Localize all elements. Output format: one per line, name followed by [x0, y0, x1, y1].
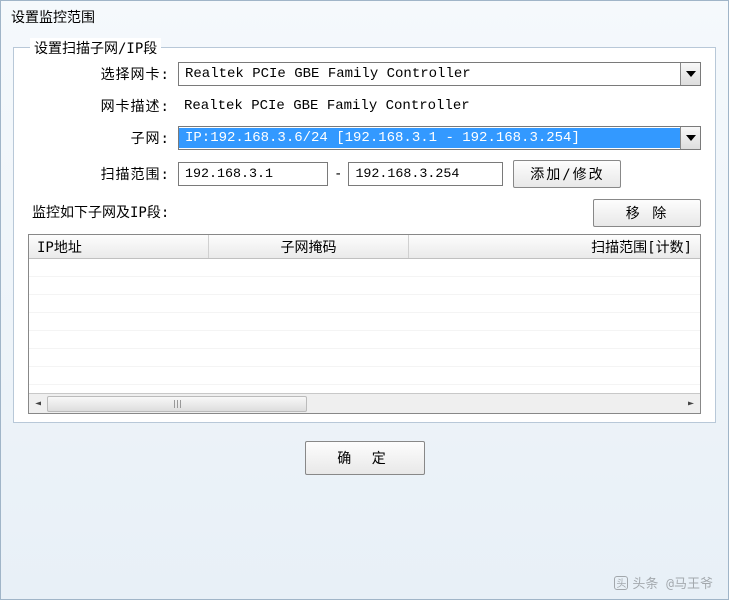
remove-button[interactable]: 移 除 — [593, 199, 701, 227]
range-from-input[interactable] — [178, 162, 328, 186]
range-row: 扫描范围: - 添加/修改 — [28, 160, 701, 188]
nic-combo[interactable]: Realtek PCIe GBE Family Controller — [178, 62, 701, 86]
column-mask[interactable]: 子网掩码 — [209, 235, 409, 258]
window-title: 设置监控范围 — [1, 1, 728, 33]
add-modify-button[interactable]: 添加/修改 — [513, 160, 621, 188]
watermark-text: 头条 @马王爷 — [632, 573, 713, 592]
desc-value: Realtek PCIe GBE Family Controller — [178, 96, 476, 116]
dialog-window: 设置监控范围 设置扫描子网/IP段 选择网卡: Realtek PCIe GBE… — [0, 0, 729, 600]
desc-label: 网卡描述: — [28, 96, 178, 116]
scroll-left-icon[interactable]: ◄ — [29, 395, 47, 413]
nic-label: 选择网卡: — [28, 64, 178, 84]
scan-settings-group: 设置扫描子网/IP段 选择网卡: Realtek PCIe GBE Family… — [13, 47, 716, 423]
range-dash: - — [334, 166, 342, 182]
scroll-right-icon[interactable]: ► — [682, 395, 700, 413]
chevron-down-icon — [686, 135, 696, 141]
subnet-combo-text: IP:192.168.3.6/24 [192.168.3.1 - 192.168… — [179, 128, 680, 148]
client-area: 设置扫描子网/IP段 选择网卡: Realtek PCIe GBE Family… — [1, 33, 728, 505]
subnet-combo-button[interactable] — [680, 127, 700, 149]
scroll-thumb[interactable] — [47, 396, 307, 412]
nic-combo-text: Realtek PCIe GBE Family Controller — [179, 64, 680, 84]
subnet-row: 子网: IP:192.168.3.6/24 [192.168.3.1 - 192… — [28, 126, 701, 150]
monitor-label: 监控如下子网及IP段: — [28, 198, 169, 228]
listview-body — [29, 259, 700, 393]
monitor-header-row: 监控如下子网及IP段: 移 除 — [28, 198, 701, 228]
group-legend: 设置扫描子网/IP段 — [30, 38, 161, 58]
listview-header: IP地址 子网掩码 扫描范围[计数] — [29, 235, 700, 259]
grip-icon — [174, 400, 181, 408]
nic-row: 选择网卡: Realtek PCIe GBE Family Controller — [28, 62, 701, 86]
subnet-label: 子网: — [28, 128, 178, 148]
range-to-input[interactable] — [348, 162, 503, 186]
watermark-icon: 头 — [614, 576, 628, 590]
nic-combo-button[interactable] — [680, 63, 700, 85]
subnet-combo[interactable]: IP:192.168.3.6/24 [192.168.3.1 - 192.168… — [178, 126, 701, 150]
ok-button[interactable]: 确 定 — [305, 441, 425, 475]
column-range[interactable]: 扫描范围[计数] — [409, 235, 700, 258]
range-label: 扫描范围: — [28, 164, 178, 184]
desc-row: 网卡描述: Realtek PCIe GBE Family Controller — [28, 96, 701, 116]
horizontal-scrollbar[interactable]: ◄ ► — [29, 393, 700, 413]
monitor-listview[interactable]: IP地址 子网掩码 扫描范围[计数] ◄ ► — [28, 234, 701, 414]
column-ip[interactable]: IP地址 — [29, 235, 209, 258]
watermark: 头 头条 @马王爷 — [614, 573, 713, 592]
ok-row: 确 定 — [13, 423, 716, 493]
scroll-track[interactable] — [47, 396, 682, 412]
chevron-down-icon — [686, 71, 696, 77]
